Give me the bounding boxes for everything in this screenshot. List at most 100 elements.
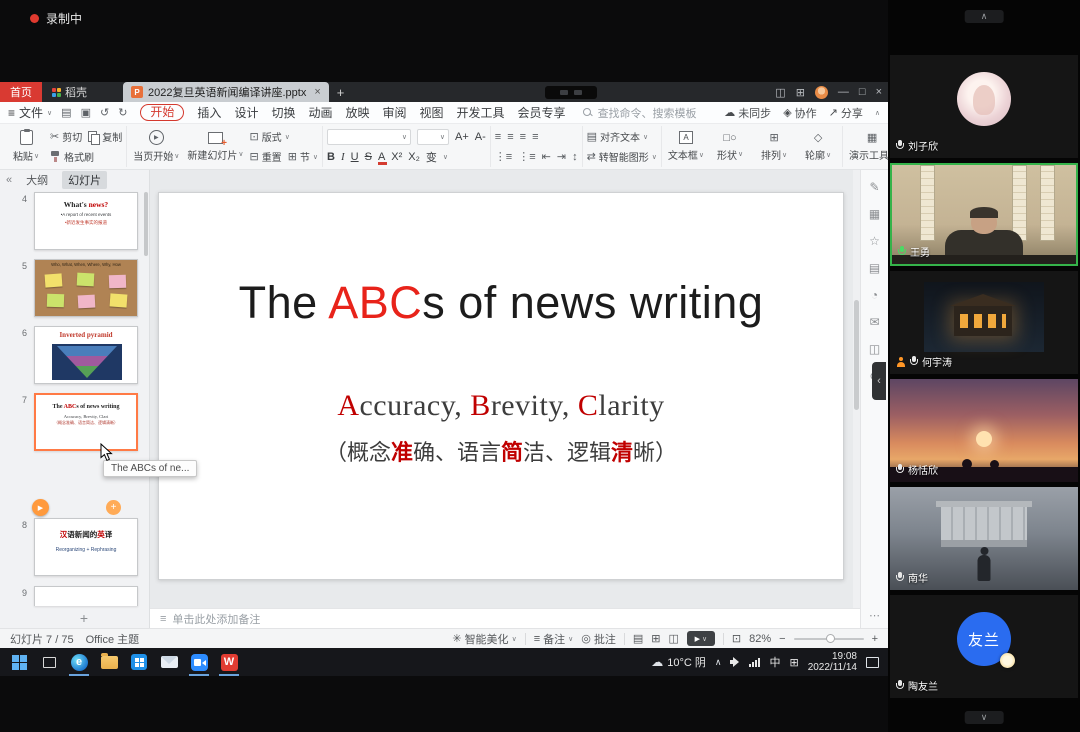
italic-button[interactable]: I (341, 151, 345, 163)
participant-tile-speaking[interactable]: 王勇 (890, 163, 1078, 266)
apps-grid-icon[interactable]: ⊞ (796, 86, 805, 99)
arrange-button[interactable]: ⊞ 排列∨ (754, 131, 794, 162)
format-painter-button[interactable]: 格式刷 (50, 149, 94, 164)
minimize-button[interactable]: — (838, 86, 849, 98)
reset-button[interactable]: ⊟重置 (249, 149, 281, 164)
comments-toggle[interactable]: ◎ 批注 (581, 631, 616, 647)
volume-icon[interactable] (730, 657, 740, 667)
new-slide-button[interactable]: 新建幻灯片∨ (185, 132, 245, 162)
line-spacing-icon[interactable]: ↕ (572, 151, 578, 163)
decrease-indent-icon[interactable]: ⇤ (542, 150, 551, 163)
sync-status[interactable]: ☁ 未同步 (724, 105, 771, 121)
account-avatar[interactable] (815, 86, 828, 99)
view-reading-icon[interactable]: ◫ (668, 632, 678, 645)
slide-subtitle-cn[interactable]: （概念准确、语言简洁、逻辑清晰） (159, 435, 843, 467)
align-justify-icon[interactable]: ≡ (532, 131, 538, 143)
file-menu-button[interactable]: ≡ 文件 ∨ (8, 104, 52, 121)
section-button[interactable]: ⊞节∨ (288, 149, 318, 164)
increase-font-button[interactable]: A+ (455, 131, 469, 143)
tab-design[interactable]: 设计 (234, 104, 258, 121)
tab-member[interactable]: 会员专享 (518, 104, 566, 121)
add-slide-button[interactable]: + (62, 610, 106, 626)
start-button[interactable] (4, 648, 34, 676)
theme-name[interactable]: Office 主题 (86, 631, 140, 647)
slide-thumbnail-8[interactable]: 汉语新闻的英译 Reorganizing + Rephrasing (34, 518, 138, 576)
tab-insert[interactable]: 插入 (197, 104, 221, 121)
meeting-app-button[interactable] (184, 648, 214, 676)
current-slide[interactable]: The ABCs of news writing Accuracy, Brevi… (158, 192, 844, 580)
collapse-panel-icon[interactable]: « (6, 174, 12, 186)
notes-toggle[interactable]: ≡ 备注 ∨ (534, 631, 574, 647)
canvas-scrollbar[interactable] (853, 170, 860, 608)
slide-thumbnail-4[interactable]: What's news? •A report of recent events … (34, 192, 138, 250)
tab-document[interactable]: P 2022复旦英语新闻编译讲座.pptx × (123, 82, 329, 102)
scroll-down-button[interactable]: ∨ (965, 711, 1004, 724)
beautify-button[interactable]: ✳ 智能美化 ∨ (452, 631, 516, 647)
wps-taskbar-button[interactable]: W (214, 648, 244, 676)
task-view-button[interactable] (34, 648, 64, 676)
align-left-icon[interactable]: ≡ (495, 131, 501, 143)
align-text-button[interactable]: ▤对齐文本∨ (587, 129, 649, 144)
tab-close-icon[interactable]: × (314, 86, 320, 98)
close-button[interactable]: × (876, 86, 882, 98)
tab-transition[interactable]: 切换 (271, 104, 295, 121)
save-icon[interactable]: ▤ (61, 106, 71, 119)
smart-graphic-button[interactable]: ⇄转智能图形∨ (587, 149, 657, 164)
ime-indicator[interactable]: 中 (769, 654, 780, 670)
cut-button[interactable]: ✂剪切 (50, 129, 82, 144)
slide-thumbnail-5[interactable]: Who, What, When, Where, Why, How (34, 259, 138, 317)
increase-indent-icon[interactable]: ⇥ (557, 150, 566, 163)
collapse-ribbon-icon[interactable]: ∧ (875, 109, 880, 117)
layout-button[interactable]: ⊡版式∨ (249, 129, 289, 144)
redo-icon[interactable]: ↻ (118, 106, 127, 119)
participant-tile[interactable]: 南华 (890, 487, 1078, 590)
mail-button[interactable] (154, 648, 184, 676)
file-explorer-button[interactable] (94, 648, 124, 676)
superscript-button[interactable]: X² (391, 151, 402, 163)
zoom-in-button[interactable]: + (872, 633, 878, 645)
scrollbar-thumb[interactable] (854, 300, 859, 410)
tab-outline-view[interactable]: 大纲 (20, 171, 54, 189)
scroll-up-button[interactable]: ∧ (965, 10, 1004, 23)
tab-docer[interactable]: 稻壳 (42, 82, 97, 102)
slide-thumbnail-9[interactable] (34, 586, 138, 606)
bold-button[interactable]: B (327, 151, 335, 163)
underline-button[interactable]: U (351, 151, 359, 163)
maximize-button[interactable]: □ (859, 86, 866, 98)
font-name-select[interactable]: ∨ (327, 129, 411, 145)
print-icon[interactable]: ▣ (81, 106, 91, 119)
new-tab-button[interactable]: + (329, 85, 353, 100)
slide-subtitle[interactable]: Accuracy, Brevity, Clarity (159, 389, 843, 423)
tab-animation[interactable]: 动画 (308, 104, 332, 121)
participant-tile[interactable]: 何宇涛 (890, 271, 1078, 374)
view-normal-icon[interactable]: ▤ (633, 632, 643, 645)
collab-button[interactable]: ◈ 协作 (783, 105, 816, 121)
properties-tool-icon[interactable]: ▤ (869, 261, 880, 275)
bullets-icon[interactable]: ⋮≡ (495, 150, 512, 163)
store-button[interactable] (124, 648, 154, 676)
font-size-select[interactable]: ∨ (417, 129, 449, 145)
command-search[interactable]: 查找命令、搜索模板 (583, 105, 697, 121)
animation-tool-icon[interactable]: ◔ (871, 288, 878, 302)
present-tools-button[interactable]: ▦ 演示工具∨ (847, 131, 888, 162)
design-tool-icon[interactable]: ▦ (869, 207, 880, 221)
slide-thumbnail-6[interactable]: Inverted pyramid (34, 326, 138, 384)
edit-tool-icon[interactable]: ✎ (869, 180, 879, 194)
slide-canvas[interactable]: The ABCs of news writing Accuracy, Brevi… (150, 170, 860, 608)
participant-tile[interactable]: 刘子欣 (890, 55, 1078, 158)
hidden-icons-button[interactable]: ∧ (715, 657, 722, 668)
participant-tile[interactable]: 杨恬欣 (890, 379, 1078, 482)
align-center-icon[interactable]: ≡ (507, 131, 513, 143)
share-button[interactable]: ↗ 分享 (829, 105, 863, 121)
tab-devtools[interactable]: 开发工具 (457, 104, 505, 121)
action-center-icon[interactable] (866, 657, 879, 668)
clock[interactable]: 19:08 2022/11/14 (808, 651, 857, 673)
participant-tile[interactable]: 友兰 陶友兰 (890, 595, 1078, 698)
view-sorter-icon[interactable]: ⊞ (651, 632, 660, 645)
undo-icon[interactable]: ↺ (100, 106, 109, 119)
insert-slide-button[interactable]: + (106, 500, 121, 515)
strikethrough-button[interactable]: S (365, 151, 372, 163)
notes-bar[interactable]: ≡ 单击此处添加备注 (150, 608, 860, 628)
meeting-floatbar[interactable] (545, 86, 597, 99)
paste-button[interactable]: 粘贴∨ (6, 130, 46, 163)
